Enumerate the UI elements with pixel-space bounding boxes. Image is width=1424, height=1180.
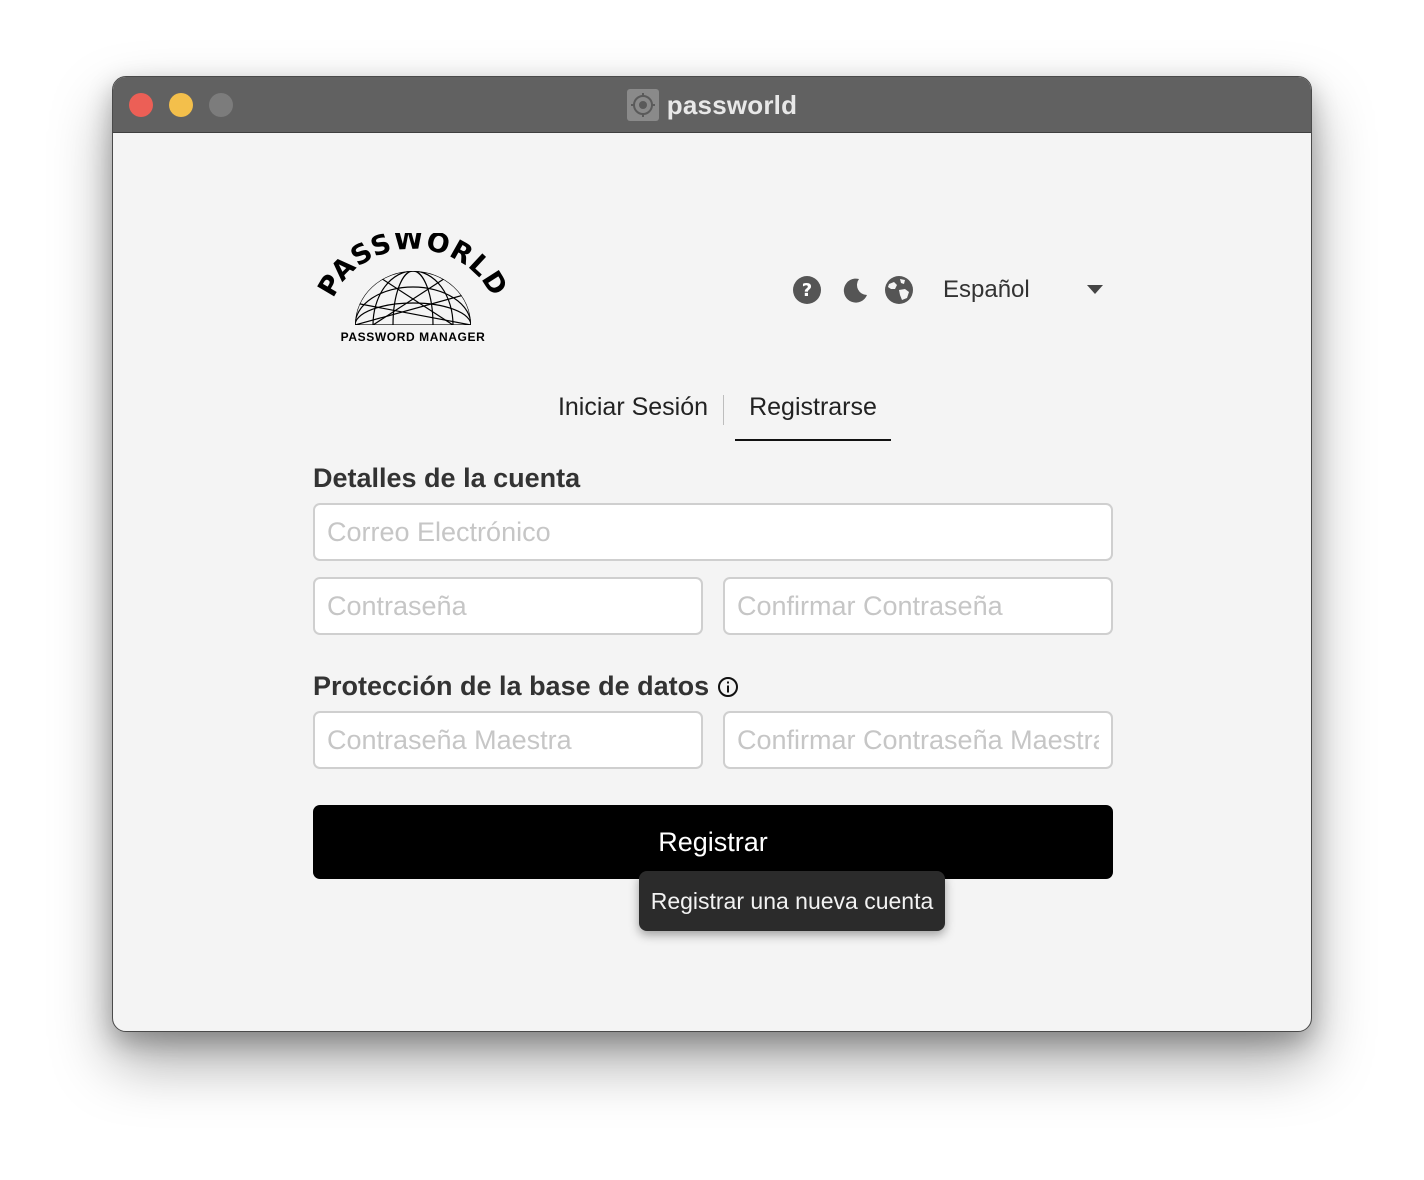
register-tooltip: Registrar una nueva cuenta <box>639 871 945 931</box>
register-tooltip-text: Registrar una nueva cuenta <box>650 887 934 914</box>
help-icon: ? <box>793 276 821 304</box>
master-password-field[interactable] <box>313 711 703 769</box>
logo-word: PASSWORLD <box>313 233 513 302</box>
confirm-password-field[interactable] <box>723 577 1113 635</box>
theme-toggle-button[interactable] <box>839 274 871 306</box>
tab-divider <box>723 395 724 425</box>
app-icon <box>626 89 659 121</box>
account-details-heading: Detalles de la cuenta <box>313 463 580 494</box>
register-button[interactable]: Registrar <box>313 805 1113 879</box>
help-button[interactable]: ? <box>791 274 823 306</box>
register-button-label: Registrar <box>658 826 768 857</box>
window-title-group: passworld <box>113 77 1311 133</box>
chevron-down-icon <box>1087 285 1103 294</box>
email-field[interactable] <box>313 503 1113 561</box>
moon-icon <box>843 278 867 303</box>
language-button[interactable] <box>883 274 915 306</box>
app-window: passworld PASSWORLD PASSWORD MANAGER ? E… <box>112 76 1312 1032</box>
auth-tabs: Iniciar Sesión Registrarse <box>113 383 1311 443</box>
info-icon[interactable] <box>717 676 739 698</box>
title-bar[interactable]: passworld <box>113 77 1311 133</box>
globe-icon <box>885 276 913 304</box>
header-toolbar: ? <box>791 273 915 307</box>
svg-text:?: ? <box>802 280 812 301</box>
database-protection-title: Protección de la base de datos <box>313 671 710 701</box>
confirm-master-password-field[interactable] <box>723 711 1113 769</box>
language-select[interactable]: Español <box>943 273 1103 307</box>
main-content: PASSWORLD PASSWORD MANAGER ? Español Ini… <box>113 133 1311 1031</box>
database-protection-heading: Protección de la base de datos <box>313 671 739 702</box>
svg-text:PASSWORLD: PASSWORLD <box>313 233 513 302</box>
account-details-title: Detalles de la cuenta <box>313 463 581 493</box>
logo-subtitle: PASSWORD MANAGER <box>340 330 486 344</box>
tab-login[interactable]: Iniciar Sesión <box>533 383 733 441</box>
tab-register[interactable]: Registrarse <box>735 383 891 441</box>
window-title: passworld <box>666 89 798 120</box>
language-select-value: Español <box>943 276 1030 303</box>
password-field[interactable] <box>313 577 703 635</box>
